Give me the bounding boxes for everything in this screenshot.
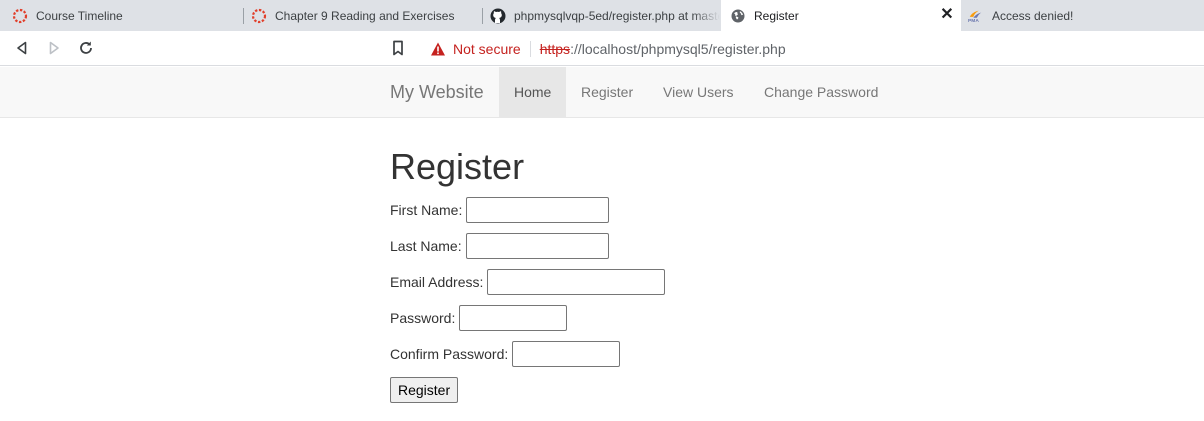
confirm-password-row: Confirm Password: [390,341,621,367]
nav-register[interactable]: Register [566,67,648,117]
tab-title: phpmysqlvqp-5ed/register.php at master [514,8,720,23]
first-name-row: First Name: [390,197,610,223]
register-submit-button[interactable]: Register [390,377,459,403]
tab-github-register[interactable]: phpmysqlvqp-5ed/register.php at master [490,0,720,31]
tab-access-denied[interactable]: PMA Access denied! [961,0,1204,31]
reload-icon[interactable] [77,39,95,57]
tab-register[interactable]: Register ✕ [721,0,961,31]
tab-divider [482,8,483,24]
email-row: Email Address: [390,269,666,295]
canvas-lms-icon [251,8,267,24]
nav-change-password[interactable]: Change Password [749,67,893,117]
confirm-password-input[interactable] [512,341,621,367]
tab-title: Chapter 9 Reading and Exercises [275,8,455,23]
tab-chapter-9[interactable]: Chapter 9 Reading and Exercises [251,0,479,31]
url-scheme: https [539,41,571,57]
page-title: Register [390,146,525,187]
email-label: Email Address: [390,274,484,290]
security-status-label[interactable]: Not secure [453,41,521,57]
url-path: ://localhost/phpmysql5/register.php [570,41,786,57]
first-name-input[interactable] [466,197,610,223]
last-name-row: Last Name: [390,233,609,259]
bookmark-icon[interactable] [389,39,407,57]
first-name-label: First Name: [390,202,463,218]
site-brand[interactable]: My Website [390,67,484,117]
url-text[interactable]: https://localhost/phpmysql5/register.php [540,41,786,57]
tab-title-fade [692,0,720,31]
back-icon[interactable] [13,39,31,57]
tab-title: Course Timeline [36,8,123,23]
password-input[interactable] [459,305,568,331]
warning-icon[interactable] [430,41,446,57]
tab-title: Access denied! [992,8,1074,23]
nav-home[interactable]: Home [499,67,567,117]
close-tab-icon[interactable]: ✕ [939,7,955,23]
forward-icon[interactable] [45,39,63,57]
site-navbar: My Website Home Register View Users Chan… [0,67,1204,118]
nav-view-users[interactable]: View Users [648,67,749,117]
tab-strip: Course Timeline Chapter 9 Reading and Ex… [0,0,1204,31]
tab-title: Register [754,8,799,23]
last-name-label: Last Name: [390,238,462,254]
url-divider [529,41,531,57]
address-bar[interactable]: Not secure https://localhost/phpmysql5/r… [420,34,1204,64]
phpmyadmin-icon: PMA [968,8,984,24]
github-icon [490,8,506,24]
confirm-password-label: Confirm Password: [390,346,509,362]
tab-course-timeline[interactable]: Course Timeline [12,0,240,31]
globe-icon [730,8,746,24]
canvas-lms-icon [12,8,28,24]
email-input[interactable] [487,269,666,295]
tab-divider [243,8,244,24]
last-name-input[interactable] [465,233,609,259]
svg-text:PMA: PMA [968,18,979,24]
password-label: Password: [390,310,456,326]
browser-toolbar: Not secure https://localhost/phpmysql5/r… [0,31,1204,66]
password-row: Password: [390,305,568,331]
